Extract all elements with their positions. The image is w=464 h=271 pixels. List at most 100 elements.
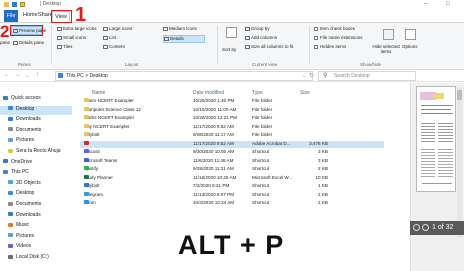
file-name-cell: Maths NCERT Exampler bbox=[84, 115, 134, 120]
sidebar-item[interactable]: Quick access bbox=[0, 95, 72, 104]
properties-icon[interactable] bbox=[12, 2, 17, 7]
refresh-icon[interactable]: ↻ bbox=[309, 72, 314, 79]
medium-icons-text: Medium icons bbox=[169, 26, 197, 31]
minimize-button[interactable]: – bbox=[424, 1, 427, 7]
sidebar-item[interactable]: Videos bbox=[0, 243, 72, 252]
hidden-items-option[interactable]: Hidden items bbox=[314, 44, 346, 49]
hidden-items-checkbox[interactable] bbox=[314, 44, 318, 49]
file-row[interactable]: tallybolt 7/2/2020 6:21 PM Shortcut 1 KB bbox=[80, 183, 384, 190]
sidebar-item[interactable]: Documents bbox=[0, 127, 72, 136]
small-icons-icon bbox=[57, 35, 62, 40]
file-date: 10/28/2020 12:21 PM bbox=[193, 115, 237, 120]
preview-scroll-thumb[interactable] bbox=[457, 90, 462, 100]
maximize-button[interactable]: □ bbox=[446, 1, 450, 7]
options-button[interactable]: Options bbox=[402, 44, 418, 49]
size-columns-button[interactable]: Size all columns to fit bbox=[245, 44, 293, 49]
file-row[interactable]: Spotify 9/29/2020 11:21 AM Shortcut 2 KB bbox=[80, 166, 384, 173]
list-option[interactable]: List bbox=[103, 35, 116, 40]
extra-large-icons-option[interactable]: Extra large icons bbox=[57, 26, 97, 31]
sidebar-item[interactable]: OneDrive bbox=[0, 159, 72, 168]
file-type: Adobe Acrobat D... bbox=[252, 140, 291, 146]
content-text: Content bbox=[109, 44, 125, 49]
file-type: File folder bbox=[252, 123, 273, 129]
sidebar-item[interactable]: Downloads bbox=[0, 116, 72, 125]
sidebar-item-icon bbox=[8, 244, 13, 249]
group-by-button[interactable]: Group by bbox=[245, 26, 270, 31]
extra-large-icons-icon bbox=[57, 26, 62, 31]
item-check-boxes-option[interactable]: Item check boxes bbox=[314, 26, 355, 31]
navigation-pane-button[interactable]: pane bbox=[0, 40, 10, 45]
file-type: Microsoft Excel W... bbox=[252, 174, 293, 180]
sidebar-item[interactable]: Desktop bbox=[0, 190, 72, 199]
hide-selected-button[interactable]: Hide selected items bbox=[372, 44, 400, 54]
file-name-cell: 1 bbox=[84, 140, 89, 146]
file-row[interactable]: Microsoft Teams 11/6/2020 11:48 AM Shortcu… bbox=[80, 157, 384, 165]
page-text-block bbox=[438, 121, 453, 143]
file-date: 9/30/2020 10:50 AM bbox=[193, 149, 235, 154]
tiles-option[interactable]: Tiles bbox=[57, 44, 72, 49]
sidebar-item-label: Documents bbox=[16, 126, 42, 133]
sidebar-item[interactable]: Local Disk (C:) bbox=[0, 254, 72, 263]
add-columns-button[interactable]: Add columns bbox=[245, 35, 277, 40]
file-row[interactable]: Chem NCERT Exampler 10/25/2020 1:40 PM Fil… bbox=[80, 98, 384, 105]
address-dropdown-icon[interactable]: ⌄ bbox=[302, 73, 306, 79]
sidebar-item[interactable]: This PC bbox=[0, 169, 72, 178]
preview-scrollbar[interactable] bbox=[457, 88, 462, 238]
tab-home[interactable]: Home bbox=[23, 12, 38, 18]
pdf-page-preview[interactable] bbox=[416, 86, 456, 192]
content-option[interactable]: Content bbox=[103, 44, 125, 49]
options-icon[interactable] bbox=[405, 29, 416, 40]
sidebar-item[interactable]: Pictures bbox=[0, 137, 72, 146]
breadcrumb[interactable]: This PC > Desktop bbox=[66, 73, 108, 79]
large-icons-option[interactable]: Large icons bbox=[103, 26, 132, 31]
file-name-extensions-checkbox[interactable] bbox=[314, 35, 318, 40]
column-header-type[interactable]: Type bbox=[252, 90, 263, 96]
column-header-size[interactable]: Size bbox=[300, 90, 310, 96]
file-row[interactable]: Phy NCERT Exampler 11/17/2020 9:52 AM File… bbox=[80, 123, 384, 131]
new-folder-icon[interactable] bbox=[20, 2, 25, 7]
forward-arrow-icon[interactable]: → bbox=[15, 72, 21, 78]
show-hide-group-label: Show/hide bbox=[360, 62, 382, 67]
file-row[interactable]: Maths NCERT Exampler 10/28/2020 12:21 PM F… bbox=[80, 115, 384, 122]
file-row[interactable]: Computer Science Class 12 10/16/2020 11:0… bbox=[80, 106, 384, 114]
zoom-in-icon[interactable] bbox=[422, 224, 429, 231]
details-option[interactable]: Details bbox=[163, 35, 205, 43]
file-row[interactable]: Telegram 11/13/2020 6:07 PM Shortcut 2 KB bbox=[80, 191, 384, 199]
file-row[interactable]: 1 11/17/2020 9:52 AM Adobe Acrobat D... 3,4… bbox=[80, 140, 384, 148]
column-header-name[interactable]: Name bbox=[92, 90, 105, 96]
file-row[interactable]: Zoom 10/4/2020 10:24 AM Shortcut 2 KB bbox=[80, 200, 384, 207]
hide-selected-icon[interactable] bbox=[383, 29, 394, 40]
medium-icons-option[interactable]: Medium icons bbox=[163, 26, 197, 31]
small-icons-option[interactable]: Small icons bbox=[57, 35, 86, 40]
sidebar-item-icon bbox=[8, 191, 13, 196]
file-row[interactable]: Discord 9/30/2020 10:50 AM Shortcut 3 KB bbox=[80, 149, 384, 156]
sidebar-item[interactable]: Sera fa Recto Ahuja bbox=[0, 148, 72, 157]
file-row[interactable]: tallybolt 6/08/2020 11:17 AM File folder bbox=[80, 132, 384, 139]
file-size: 10 KB bbox=[315, 174, 328, 180]
sidebar-item[interactable]: 3D Objects bbox=[0, 180, 72, 189]
up-arrow-icon[interactable]: ↑ bbox=[36, 72, 39, 78]
ribbon-divider bbox=[217, 26, 218, 64]
sidebar-item[interactable]: Documents bbox=[0, 201, 72, 210]
item-check-boxes-checkbox[interactable] bbox=[314, 26, 318, 31]
tab-file[interactable]: File bbox=[4, 10, 18, 22]
column-header-date[interactable]: Date modified bbox=[193, 90, 224, 96]
current-view-group-label: Current view bbox=[252, 62, 278, 67]
back-arrow-icon[interactable]: ← bbox=[4, 72, 10, 78]
sort-by-button[interactable]: Sort by bbox=[222, 47, 236, 52]
sidebar-item[interactable]: Pictures bbox=[0, 233, 72, 242]
step-two-label: 2 bbox=[0, 22, 10, 41]
sidebar-item[interactable]: Music bbox=[0, 222, 72, 231]
sidebar-item[interactable]: Desktop bbox=[0, 105, 72, 115]
file-type-icon bbox=[84, 157, 89, 162]
sidebar-item[interactable]: Downloads bbox=[0, 212, 72, 221]
sidebar-item-label: Downloads bbox=[16, 211, 41, 218]
details-pane-button[interactable]: Details pane bbox=[13, 40, 44, 45]
sort-by-icon[interactable] bbox=[226, 27, 237, 38]
file-name-extensions-option[interactable]: File name extensions bbox=[314, 35, 363, 40]
zoom-out-icon[interactable] bbox=[413, 224, 420, 231]
file-row[interactable]: Study Planner 11/16/2020 10:45 AM Microsof… bbox=[80, 174, 384, 182]
recent-locations-icon[interactable]: ⌄ bbox=[25, 73, 29, 79]
this-pc-icon bbox=[58, 73, 63, 78]
file-name-cell: Phy NCERT Exampler bbox=[84, 123, 130, 129]
